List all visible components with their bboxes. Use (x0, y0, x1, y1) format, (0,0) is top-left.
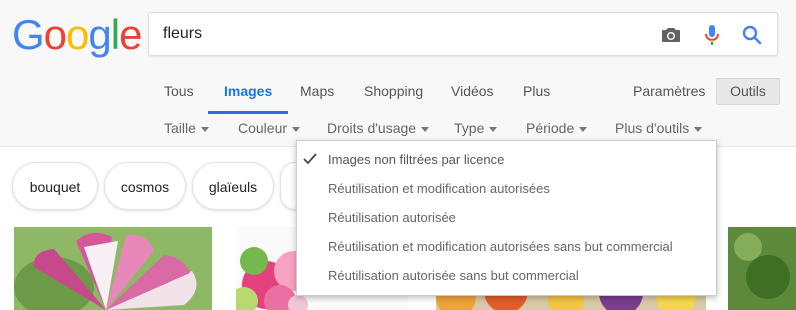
chip-glaieuls[interactable]: glaïeuls (192, 162, 274, 210)
chevron-down-icon (579, 126, 588, 132)
logo-letter: l (110, 11, 120, 58)
tab-maps[interactable]: Maps (300, 78, 334, 114)
chevron-down-icon (421, 126, 430, 132)
search-box (148, 12, 778, 56)
menu-item-reuse-modify[interactable]: Réutilisation et modification autorisées (328, 180, 550, 198)
filter-type-label: Type (454, 120, 485, 136)
checkmark-icon (303, 153, 317, 165)
tools-button[interactable]: Outils (716, 78, 780, 105)
logo-letter: o (66, 11, 89, 58)
chevron-down-icon (694, 126, 703, 132)
camera-icon[interactable] (659, 23, 683, 47)
chevron-down-icon (292, 126, 301, 132)
filter-more-tools-label: Plus d'outils (615, 120, 690, 136)
search-icon[interactable] (740, 23, 764, 47)
image-filters: Taille Couleur Droits d'usage Type Pério… (0, 119, 796, 139)
result-image-cosmos[interactable] (14, 227, 212, 310)
search-header: Google Tous Images Maps Shopping Vidéos … (0, 0, 796, 147)
logo-letter: o (43, 11, 67, 58)
search-input[interactable] (163, 23, 643, 45)
settings-link[interactable]: Paramètres (633, 78, 705, 114)
filter-color-label: Couleur (238, 120, 288, 136)
filter-period[interactable]: Période (526, 119, 588, 137)
filter-type[interactable]: Type (454, 119, 498, 137)
cosmos-flower-photo (14, 227, 212, 310)
result-image-partial[interactable] (728, 227, 796, 310)
tab-images[interactable]: Images (207, 78, 289, 114)
logo-letter: g (88, 11, 111, 58)
filter-usage-rights[interactable]: Droits d'usage (327, 119, 430, 137)
tab-videos[interactable]: Vidéos (451, 78, 494, 114)
menu-item-unfiltered[interactable]: Images non filtrées par licence (328, 151, 504, 169)
tab-shopping[interactable]: Shopping (364, 78, 423, 114)
chevron-down-icon (200, 126, 209, 132)
menu-item-reuse[interactable]: Réutilisation autorisée (328, 209, 456, 227)
tab-more[interactable]: Plus (523, 78, 550, 114)
logo-letter: G (12, 11, 45, 58)
chip-bouquet[interactable]: bouquet (12, 162, 98, 210)
tab-all[interactable]: Tous (164, 78, 194, 114)
green-flowers-photo (728, 227, 796, 310)
menu-item-reuse-noncommercial[interactable]: Réutilisation autorisée sans but commerc… (328, 267, 579, 285)
filter-usage-rights-label: Droits d'usage (327, 120, 417, 136)
microphone-icon[interactable] (700, 23, 724, 47)
chevron-down-icon (489, 126, 498, 132)
search-tabs: Tous Images Maps Shopping Vidéos Plus Pa… (0, 78, 796, 114)
filter-size-label: Taille (164, 120, 196, 136)
usage-rights-menu: Images non filtrées par licence Réutilis… (296, 140, 717, 296)
chip-cosmos[interactable]: cosmos (104, 162, 186, 210)
filter-size[interactable]: Taille (164, 119, 209, 137)
logo-letter: e (119, 11, 142, 58)
google-logo[interactable]: Google (12, 10, 142, 60)
filter-more-tools[interactable]: Plus d'outils (615, 119, 703, 137)
filter-color[interactable]: Couleur (238, 119, 301, 137)
menu-item-reuse-modify-noncommercial[interactable]: Réutilisation et modification autorisées… (328, 238, 673, 256)
filter-period-label: Période (526, 120, 575, 136)
